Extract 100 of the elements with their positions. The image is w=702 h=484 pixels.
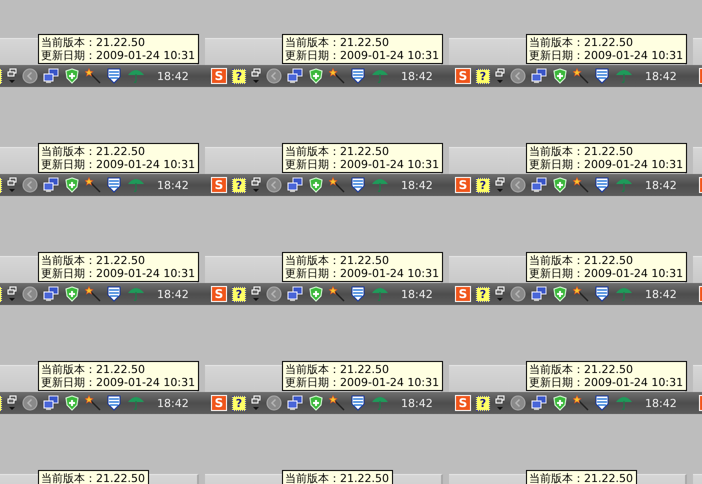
magic-wand-icon[interactable] — [329, 395, 345, 411]
tooltip-line: 更新日期：2009-01-24 10:31 — [41, 267, 196, 280]
network-computers-icon[interactable] — [43, 177, 59, 193]
window-restore-icon[interactable] — [251, 177, 261, 193]
shield-plus-icon[interactable] — [64, 68, 80, 84]
shield-plus-icon[interactable] — [64, 177, 80, 193]
striped-shield-icon[interactable] — [350, 177, 366, 193]
network-computers-icon[interactable] — [531, 395, 547, 411]
back-circle-icon[interactable] — [510, 177, 526, 193]
back-circle-icon[interactable] — [266, 395, 282, 411]
striped-shield-icon[interactable] — [106, 68, 122, 84]
striped-shield-icon[interactable] — [594, 177, 610, 193]
network-computers-icon[interactable] — [43, 286, 59, 302]
striped-shield-icon[interactable] — [594, 395, 610, 411]
shield-plus-icon[interactable] — [552, 177, 568, 193]
shield-plus-icon[interactable] — [308, 395, 324, 411]
window-restore-icon[interactable] — [251, 68, 261, 84]
taskbar-clock[interactable]: 18:42 — [401, 396, 433, 410]
striped-shield-icon[interactable] — [106, 395, 122, 411]
help-icon[interactable]: ? — [232, 396, 246, 410]
striped-shield-icon[interactable] — [350, 286, 366, 302]
shield-plus-icon[interactable] — [552, 68, 568, 84]
shield-plus-icon[interactable] — [64, 286, 80, 302]
back-circle-icon[interactable] — [22, 177, 38, 193]
striped-shield-icon[interactable] — [106, 177, 122, 193]
taskbar-clock[interactable]: 18:42 — [401, 288, 433, 300]
tooltip-line: 更新日期：2009-01-24 10:31 — [529, 49, 684, 62]
back-circle-icon[interactable] — [510, 286, 526, 302]
network-computers-icon[interactable] — [531, 177, 547, 193]
shield-plus-icon[interactable] — [552, 395, 568, 411]
help-icon[interactable]: ? — [232, 286, 246, 302]
striped-shield-icon[interactable] — [594, 68, 610, 84]
back-circle-icon[interactable] — [510, 68, 526, 84]
magic-wand-icon[interactable] — [573, 177, 589, 193]
back-circle-icon[interactable] — [22, 395, 38, 411]
window-restore-icon[interactable] — [7, 286, 17, 302]
taskbar-clock[interactable]: 18:42 — [401, 70, 433, 82]
back-circle-icon[interactable] — [266, 286, 282, 302]
magic-wand-icon[interactable] — [329, 177, 345, 193]
taskbar-clock[interactable]: 18:42 — [157, 288, 189, 300]
taskbar-clock[interactable]: 18:42 — [645, 70, 677, 82]
taskbar-clock[interactable]: 18:42 — [157, 396, 189, 410]
tooltip-line: 更新日期：2009-01-24 10:31 — [285, 267, 440, 280]
network-computers-icon[interactable] — [287, 177, 303, 193]
magic-wand-icon[interactable] — [85, 177, 101, 193]
taskbar-clock[interactable]: 18:42 — [401, 178, 433, 192]
shield-plus-icon[interactable] — [308, 177, 324, 193]
window-restore-icon[interactable] — [495, 286, 505, 302]
shield-plus-icon[interactable] — [552, 286, 568, 302]
magic-wand-icon[interactable] — [329, 286, 345, 302]
shield-plus-icon[interactable] — [308, 286, 324, 302]
back-circle-icon[interactable] — [22, 286, 38, 302]
help-icon[interactable]: ? — [476, 68, 490, 84]
network-computers-icon[interactable] — [43, 395, 59, 411]
tooltip-line: 当前版本：21.22.50 — [285, 36, 390, 49]
window-restore-icon[interactable] — [7, 68, 17, 84]
striped-shield-icon[interactable] — [106, 286, 122, 302]
magic-wand-icon[interactable] — [85, 286, 101, 302]
striped-shield-icon[interactable] — [350, 68, 366, 84]
back-circle-icon[interactable] — [266, 177, 282, 193]
magic-wand-icon[interactable] — [329, 68, 345, 84]
tooltip-line: 当前版本：21.22.50 — [529, 145, 634, 158]
window-restore-icon[interactable] — [495, 68, 505, 84]
taskbar-clock[interactable]: 18:42 — [157, 178, 189, 192]
help-icon[interactable]: ? — [476, 178, 490, 192]
shield-plus-icon[interactable] — [308, 68, 324, 84]
taskbar-clock[interactable]: 18:42 — [645, 178, 677, 192]
magic-wand-icon[interactable] — [573, 68, 589, 84]
back-circle-icon[interactable] — [266, 68, 282, 84]
network-computers-icon[interactable] — [531, 286, 547, 302]
window-restore-icon[interactable] — [7, 177, 17, 193]
tooltip-line: 当前版本：21.22.50 — [285, 363, 390, 376]
network-computers-icon[interactable] — [287, 68, 303, 84]
help-icon[interactable]: ? — [476, 286, 490, 302]
magic-wand-icon[interactable] — [85, 395, 101, 411]
back-circle-icon[interactable] — [22, 68, 38, 84]
striped-shield-icon[interactable] — [350, 395, 366, 411]
window-restore-icon[interactable] — [251, 395, 261, 411]
taskbar-clock[interactable]: 18:42 — [645, 396, 677, 410]
window-restore-icon[interactable] — [495, 177, 505, 193]
tooltip-line: 当前版本：21.22.50 — [41, 472, 145, 484]
taskbar-clock[interactable]: 18:42 — [157, 70, 189, 82]
magic-wand-icon[interactable] — [85, 68, 101, 84]
window-restore-icon[interactable] — [7, 395, 17, 411]
help-icon[interactable]: ? — [232, 178, 246, 192]
network-computers-icon[interactable] — [43, 68, 59, 84]
window-restore-icon[interactable] — [495, 395, 505, 411]
magic-wand-icon[interactable] — [573, 286, 589, 302]
magic-wand-icon[interactable] — [573, 395, 589, 411]
back-circle-icon[interactable] — [510, 395, 526, 411]
window-restore-icon[interactable] — [251, 286, 261, 302]
striped-shield-icon[interactable] — [594, 286, 610, 302]
network-computers-icon[interactable] — [531, 68, 547, 84]
network-computers-icon[interactable] — [287, 286, 303, 302]
shield-plus-icon[interactable] — [64, 395, 80, 411]
help-icon[interactable]: ? — [232, 68, 246, 84]
taskbar-clock[interactable]: 18:42 — [645, 288, 677, 300]
tooltip-line: 更新日期：2009-01-24 10:31 — [529, 267, 684, 280]
network-computers-icon[interactable] — [287, 395, 303, 411]
help-icon[interactable]: ? — [476, 396, 490, 410]
